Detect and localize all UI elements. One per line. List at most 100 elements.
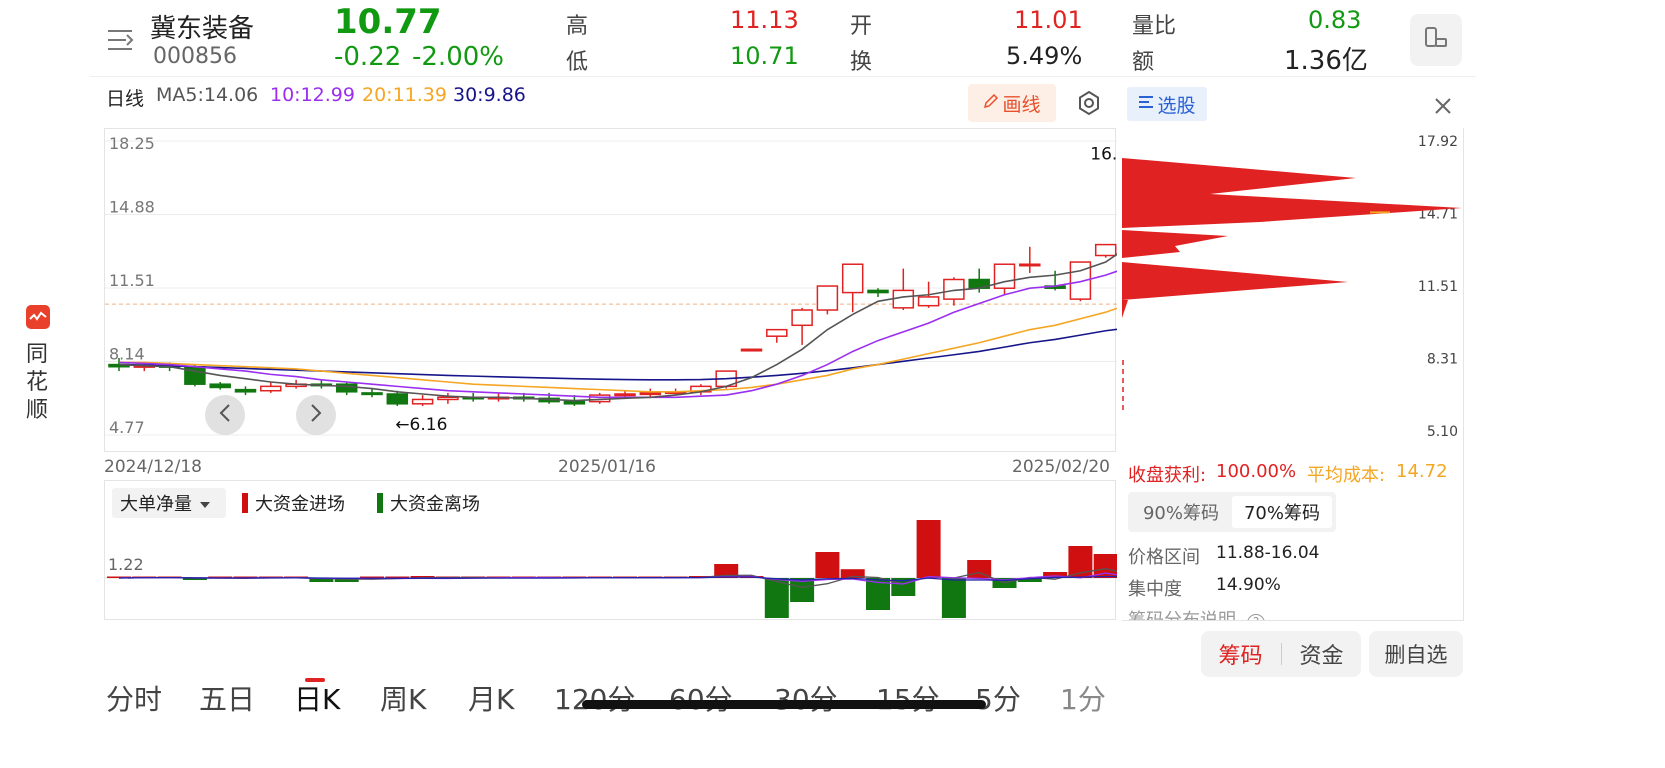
max-price-label: 16.86→ xyxy=(1090,144,1117,164)
candle-body xyxy=(563,400,586,405)
candle-body xyxy=(740,348,763,352)
candle-body xyxy=(791,309,813,327)
stock-name: 冀东装备 xyxy=(150,14,255,44)
tab-120min[interactable]: 120分 xyxy=(554,678,635,718)
chip-distribution-tail xyxy=(1122,300,1128,318)
ma10-label: 10:12.99 xyxy=(270,84,355,106)
chip-y-tick: 5.10 xyxy=(1427,424,1458,440)
candle-body xyxy=(867,289,889,294)
tab-30min[interactable]: 30分 xyxy=(774,678,838,718)
stock-code: 000856 xyxy=(153,44,237,69)
candle-body xyxy=(917,296,940,307)
tab-weekly-k[interactable]: 周K xyxy=(380,678,426,718)
legend-outflow-label: 大资金离场 xyxy=(390,494,480,515)
legend-inflow: 大资金进场 xyxy=(242,490,345,516)
ma20-line xyxy=(119,307,1117,393)
ma30-label: 30:9.86 xyxy=(453,84,526,106)
avg-cost-label: 平均成本: xyxy=(1307,465,1386,486)
tab-5min[interactable]: 5分 xyxy=(975,678,1021,718)
chips-funds-toggle: 筹码 资金 xyxy=(1201,631,1361,677)
settings-icon[interactable] xyxy=(1076,90,1102,116)
current-price: 10.77 xyxy=(334,2,442,42)
candlestick-chart[interactable]: 18.25 14.88 11.51 8.14 4.77 16.86→ ←6.16 xyxy=(104,128,1117,452)
candle-body xyxy=(766,328,788,337)
active-tab-indicator xyxy=(305,678,325,682)
high-label: 高 xyxy=(566,14,589,39)
chip-note-label: 筹码分布说明 xyxy=(1128,610,1236,620)
legend-inflow-swatch xyxy=(242,493,248,513)
chip-distribution-mid xyxy=(1122,230,1228,258)
flow-y-tick: 1.22 xyxy=(108,555,144,574)
ma10-line xyxy=(118,270,1117,399)
concentration-label: 集中度 xyxy=(1128,579,1182,600)
tab-1min[interactable]: 1分 xyxy=(1060,678,1106,718)
chip-note-row[interactable]: 筹码分布说明 ? xyxy=(1128,606,1458,620)
low-value: 10.71 xyxy=(730,42,799,70)
volume-ratio-label: 量比 xyxy=(1132,14,1177,39)
indicator-selector[interactable]: 大单净量 xyxy=(112,488,226,518)
candle-body xyxy=(993,263,1016,289)
remove-favorite-button[interactable]: 删自选 xyxy=(1369,631,1463,677)
brand-text-3: 顺 xyxy=(26,398,49,423)
volume-ratio-value: 0.83 xyxy=(1308,6,1362,34)
landscape-toggle-button[interactable] xyxy=(1410,14,1462,66)
y-tick-label: 18.25 xyxy=(109,134,155,153)
candle-body xyxy=(411,398,434,405)
chips-button[interactable]: 筹码 xyxy=(1218,638,1262,670)
chip-distribution-lower xyxy=(1122,262,1348,300)
menu-icon[interactable] xyxy=(106,26,136,54)
tab-60min[interactable]: 60分 xyxy=(669,678,733,718)
ma20-label: 20:11.39 xyxy=(362,84,447,106)
stock-picker-button[interactable]: 选股 xyxy=(1127,87,1207,121)
y-tick-label: 14.88 xyxy=(109,198,155,217)
header-divider xyxy=(90,76,1476,77)
profit-value: 100.00% xyxy=(1216,461,1297,482)
chip-y-tick: 17.92 xyxy=(1418,134,1458,150)
chevron-right-icon xyxy=(309,403,323,427)
turnover-value: 5.49% xyxy=(1006,42,1083,70)
period-label: 日线 xyxy=(106,88,145,110)
avg-cost-value: 14.72 xyxy=(1396,461,1448,482)
close-icon[interactable] xyxy=(1433,96,1453,116)
open-label: 开 xyxy=(850,14,873,39)
candle-body xyxy=(639,392,662,396)
toggle-divider xyxy=(1280,643,1282,665)
ma30-line xyxy=(118,328,1117,381)
ma5-label: MA5:14.06 xyxy=(156,84,259,106)
candle-body xyxy=(234,388,257,393)
tab-daily-k[interactable]: 日K xyxy=(294,678,340,718)
tab-monthly-k[interactable]: 月K xyxy=(468,678,514,718)
tab-timeshare[interactable]: 分时 xyxy=(106,678,162,718)
profit-label: 收盘获利: xyxy=(1128,465,1207,486)
outflow-bar xyxy=(941,578,966,618)
candle-body xyxy=(1019,263,1041,267)
draw-line-label: 画线 xyxy=(1002,93,1041,116)
y-tick-label: 8.14 xyxy=(109,345,145,364)
legend-inflow-label: 大资金进场 xyxy=(255,494,345,515)
list-icon xyxy=(1138,93,1154,115)
legend-outflow-swatch xyxy=(377,493,383,513)
caret-down-icon xyxy=(200,493,210,514)
chip-distribution-upper xyxy=(1122,158,1462,228)
tab-15min[interactable]: 15分 xyxy=(876,678,940,718)
home-indicator xyxy=(582,700,986,709)
scroll-left-button[interactable] xyxy=(205,395,245,435)
ma5-line xyxy=(118,253,1117,402)
chip-distribution-chart: 17.92 14.71 11.51 8.31 5.10 xyxy=(1120,128,1464,452)
indicator-selector-label: 大单净量 xyxy=(120,494,192,515)
tab-chips-90[interactable]: 90%筹码 xyxy=(1134,497,1228,527)
y-tick-label: 4.77 xyxy=(109,418,145,437)
tab-chips-70[interactable]: 70%筹码 xyxy=(1232,496,1332,528)
candle-body xyxy=(361,392,383,396)
candle-body xyxy=(816,285,839,311)
scroll-right-button[interactable] xyxy=(296,395,336,435)
funds-button[interactable]: 资金 xyxy=(1300,638,1344,670)
price-range-value: 11.88-16.04 xyxy=(1216,543,1320,563)
candle-body xyxy=(386,393,409,405)
open-value: 11.01 xyxy=(1014,6,1083,34)
candle-body xyxy=(260,385,282,392)
draw-line-button[interactable]: 画线 xyxy=(968,84,1056,122)
candle-body xyxy=(892,289,915,309)
tab-five-day[interactable]: 五日 xyxy=(199,678,255,718)
chip-y-tick: 8.31 xyxy=(1427,351,1458,367)
